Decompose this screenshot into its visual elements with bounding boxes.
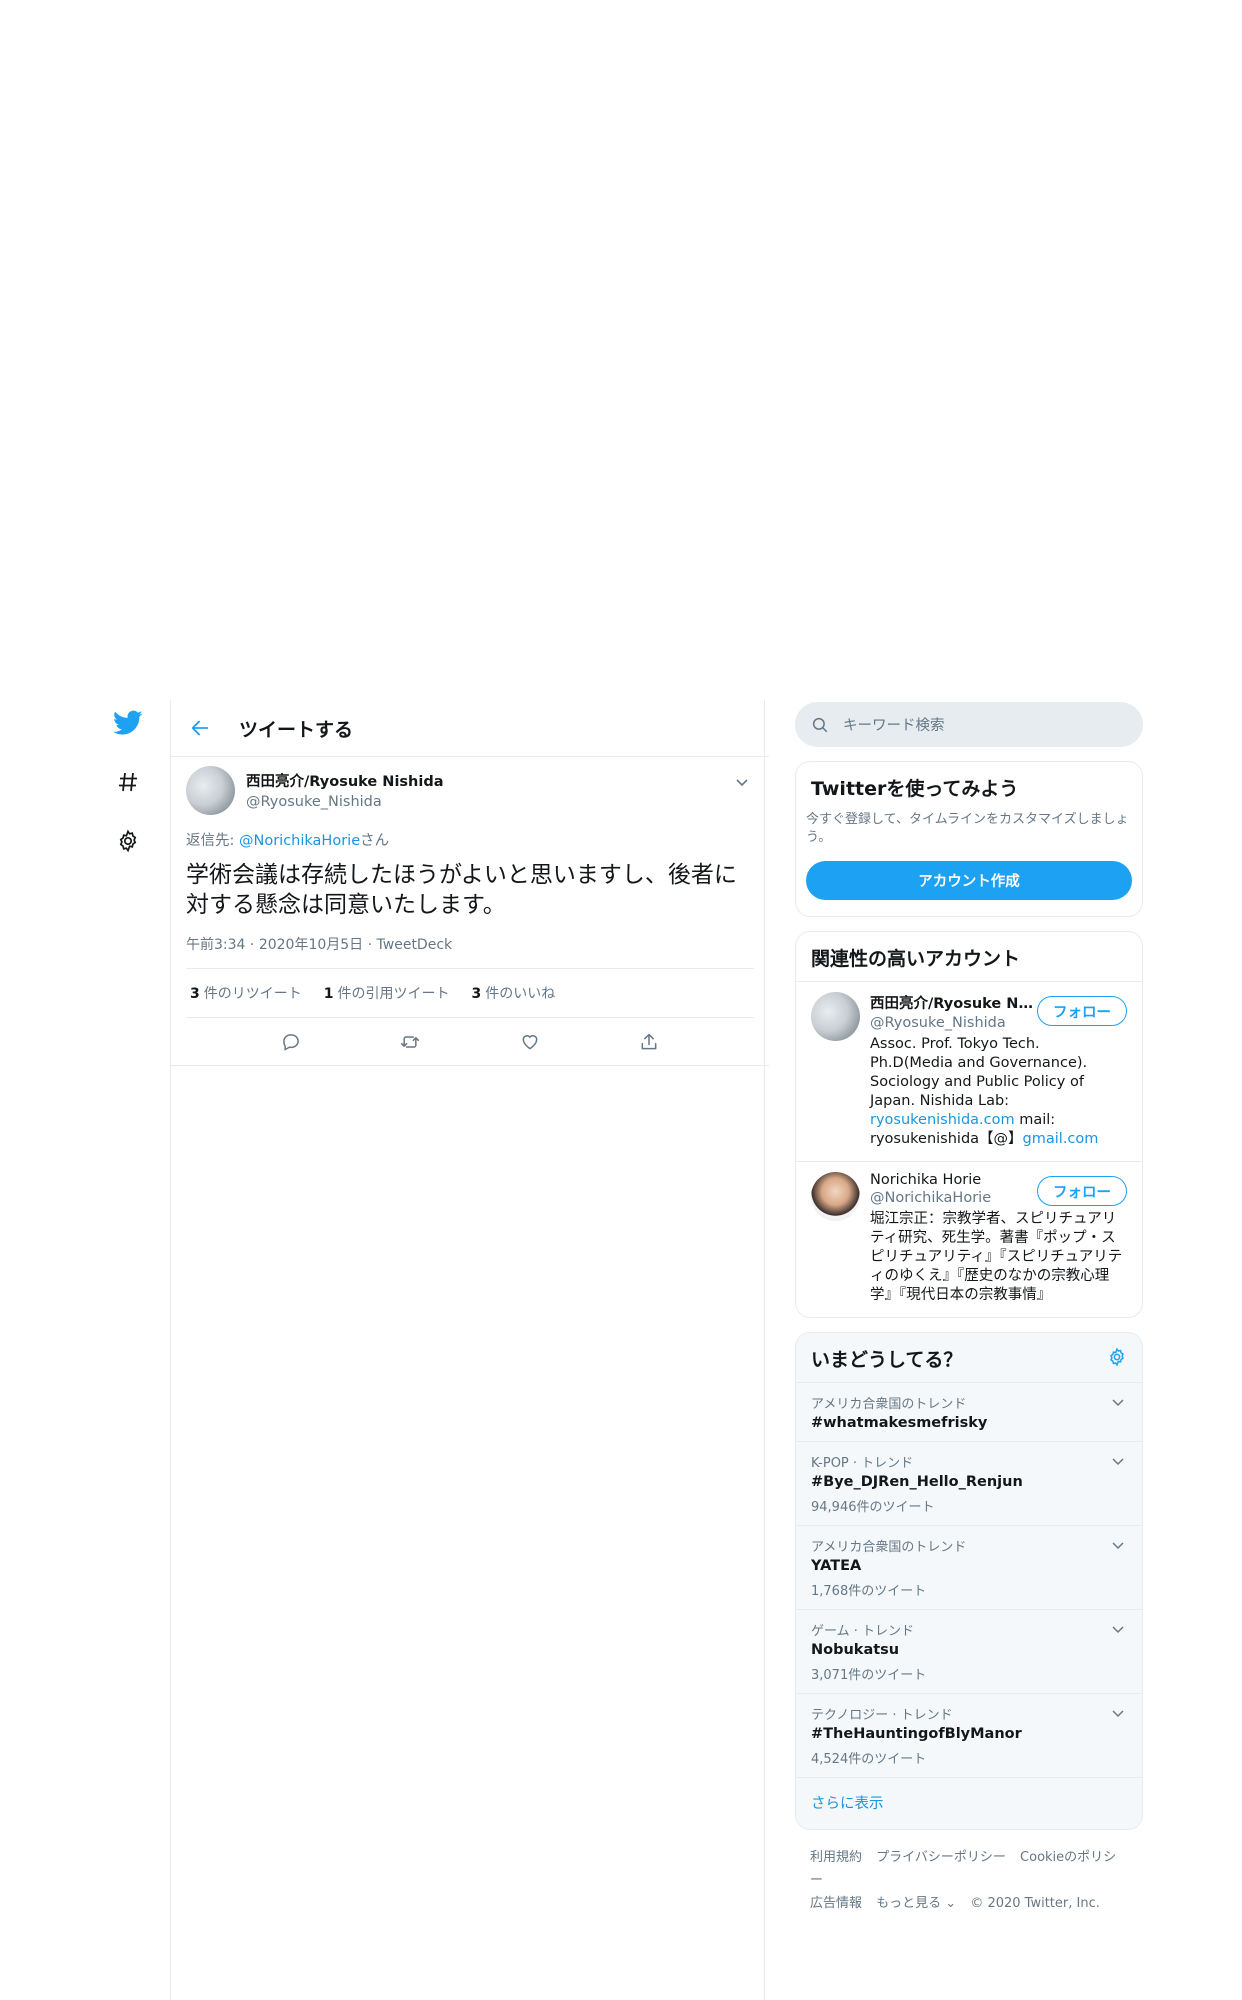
trend-name: Nobukatsu [811, 1642, 900, 1658]
page-title: ツイートする [239, 718, 354, 741]
tweet-detail: 西田亮介/Ryosuke Nishida @Ryosuke_Nishida 返信… [171, 757, 769, 1066]
show-more-link[interactable]: さらに表示 [796, 1777, 1142, 1829]
retweets-count: 3 [190, 986, 200, 1002]
tweet-text: 学術会議は存続したほうがよいと思いますし、後者に対する懸念は同意いたします。 [186, 862, 737, 918]
search-icon [812, 717, 828, 732]
reply-icon[interactable] [276, 1027, 306, 1057]
tweet-menu-chevron-down-icon[interactable] [730, 771, 754, 795]
trend-name: #whatmakesmefrisky [811, 1415, 988, 1431]
reply-to: 返信先: @NorichikaHorieさん [186, 829, 754, 850]
trends-title: いまどうしてる？ [811, 1349, 963, 1371]
main-header: ツイートする [171, 700, 769, 757]
author-handle[interactable]: @Ryosuke_Nishida [246, 794, 444, 810]
trend-item[interactable]: テクノロジー · トレンド #TheHauntingofBlyManor 4,5… [796, 1693, 1142, 1777]
trends-settings-gear-icon[interactable] [1107, 1346, 1127, 1371]
back-button[interactable] [171, 700, 229, 757]
trend-count: 1,768件のツイート [811, 1584, 927, 1599]
chevron-down-icon[interactable] [1108, 1620, 1128, 1640]
bio-link-2[interactable]: gmail.com [1023, 1131, 1099, 1147]
tweet-stats: 3 件のリツイート 1 件の引用ツイート 3 件のいいね [186, 968, 754, 1018]
account-name[interactable]: Norichika Horie [870, 1172, 1035, 1188]
tweet-time[interactable]: 午前3:34 [186, 937, 245, 953]
signup-card: Twitterを使ってみよう 今すぐ登録して、タイムラインをカスタマイズしましょ… [795, 761, 1143, 917]
trend-item[interactable]: アメリカ合衆国のトレンド YATEA 1,768件のツイート [796, 1525, 1142, 1609]
follow-button[interactable]: フォロー [1037, 1176, 1127, 1206]
chevron-down-icon[interactable] [1108, 1536, 1128, 1556]
author-avatar[interactable] [186, 765, 235, 815]
settings-gear-icon[interactable] [105, 818, 150, 863]
reply-handle-link[interactable]: @NorichikaHorie [239, 833, 360, 849]
tweet-meta: 午前3:34 · 2020年10月5日 · TweetDeck [186, 937, 453, 953]
avatar[interactable] [811, 1172, 860, 1221]
likes-count: 3 [471, 986, 482, 1002]
chevron-down-icon[interactable] [1108, 1704, 1128, 1724]
footer-terms-link[interactable]: 利用規約 [810, 1850, 862, 1865]
footer-ads-link[interactable]: 広告情報 [810, 1896, 862, 1911]
signup-description: 今すぐ登録して、タイムラインをカスタマイズしましょう。 [806, 812, 1129, 845]
bio-text: Assoc. Prof. Tokyo Tech. Ph.D(Media and … [870, 1036, 1088, 1109]
main-column: ツイートする 西田亮介/Ryosuke Nishida @Ryosuke_Nis… [171, 700, 769, 1066]
trend-context: アメリカ合衆国のトレンド [811, 1540, 967, 1555]
footer-copyright: © 2020 Twitter, Inc. [970, 1896, 1100, 1911]
quotes-count: 1 [323, 986, 334, 1002]
retweet-icon[interactable] [395, 1027, 425, 1057]
trend-context: K-POP · トレンド [811, 1456, 914, 1471]
related-accounts-card: 関連性の高いアカウント 西田亮介/Ryosuke Ni... @Ryosuke_… [795, 931, 1143, 1318]
chevron-down-icon[interactable] [1108, 1452, 1128, 1472]
trend-name: YATEA [811, 1558, 862, 1574]
trend-context: アメリカ合衆国のトレンド [811, 1397, 967, 1412]
search-input[interactable]: キーワード検索 [843, 714, 945, 735]
trend-name: #Bye_DJRen_Hello_Renjun [811, 1474, 1023, 1490]
share-icon[interactable] [634, 1027, 664, 1057]
bio-link[interactable]: ryosukenishida.com [870, 1112, 1015, 1128]
like-heart-icon[interactable] [515, 1027, 545, 1057]
trend-count: 94,946件のツイート [811, 1500, 935, 1515]
account-bio: Assoc. Prof. Tokyo Tech. Ph.D(Media and … [870, 1035, 1125, 1149]
explore-hashtag-icon[interactable] [105, 759, 150, 804]
quotes-stat[interactable]: 1 件の引用ツイート [324, 983, 450, 1003]
trends-card: いまどうしてる？ アメリカ合衆国のトレンド #whatmakesmefrisky… [795, 1332, 1143, 1830]
right-sidebar: キーワード検索 Twitterを使ってみよう 今すぐ登録して、タイムラインをカス… [795, 702, 1143, 1915]
trend-name: #TheHauntingofBlyManor [811, 1726, 1022, 1742]
tweet-actions [171, 1018, 769, 1066]
tweet-date[interactable]: 2020年10月5日 [259, 937, 363, 953]
left-nav [105, 700, 150, 877]
account-name[interactable]: 西田亮介/Ryosuke Ni... [870, 992, 1035, 1013]
search-box[interactable]: キーワード検索 [795, 702, 1143, 747]
quotes-label: 件の引用ツイート [337, 986, 450, 1002]
tweet-source-app[interactable]: TweetDeck [377, 937, 453, 953]
footer-links: 利用規約 プライバシーポリシー Cookieのポリシー 広告情報 もっと見る ⌄… [795, 1846, 1143, 1915]
likes-stat[interactable]: 3 件のいいね [472, 983, 556, 1003]
account-item[interactable]: Norichika Horie @NorichikaHorie 堀江宗正：宗教学… [796, 1161, 1142, 1317]
trend-context: テクノロジー · トレンド [811, 1708, 953, 1723]
author-name[interactable]: 西田亮介/Ryosuke Nishida [246, 770, 444, 791]
related-title: 関連性の高いアカウント [811, 948, 1021, 970]
trend-item[interactable]: K-POP · トレンド #Bye_DJRen_Hello_Renjun 94,… [796, 1441, 1142, 1525]
likes-label: 件のいいね [485, 986, 556, 1002]
trend-item[interactable]: アメリカ合衆国のトレンド #whatmakesmefrisky [796, 1382, 1142, 1441]
footer-more-link[interactable]: もっと見る ⌄ [876, 1896, 956, 1911]
trend-context: ゲーム · トレンド [811, 1624, 915, 1639]
trend-item[interactable]: ゲーム · トレンド Nobukatsu 3,071件のツイート [796, 1609, 1142, 1693]
follow-button[interactable]: フォロー [1037, 996, 1127, 1026]
account-bio: 堀江宗正：宗教学者、スピリチュアリティ研究、死生学。著書『ポップ・スピリチュアリ… [870, 1211, 1123, 1303]
reply-prefix: 返信先: [186, 833, 239, 849]
account-item[interactable]: 西田亮介/Ryosuke Ni... @Ryosuke_Nishida Asso… [796, 981, 1142, 1161]
reply-suffix: さん [360, 833, 390, 849]
trend-count: 4,524件のツイート [811, 1752, 927, 1767]
avatar[interactable] [811, 992, 860, 1041]
create-account-button[interactable]: アカウント作成 [806, 861, 1132, 900]
chevron-down-icon[interactable] [1108, 1393, 1128, 1413]
trend-count: 3,071件のツイート [811, 1668, 927, 1683]
twitter-logo-icon[interactable] [105, 700, 150, 745]
retweets-label: 件のリツイート [203, 986, 302, 1002]
back-arrow-icon [191, 720, 209, 736]
footer-privacy-link[interactable]: プライバシーポリシー [876, 1850, 1006, 1865]
signup-title: Twitterを使ってみよう [811, 778, 1019, 800]
retweets-stat[interactable]: 3 件のリツイート [190, 983, 302, 1003]
